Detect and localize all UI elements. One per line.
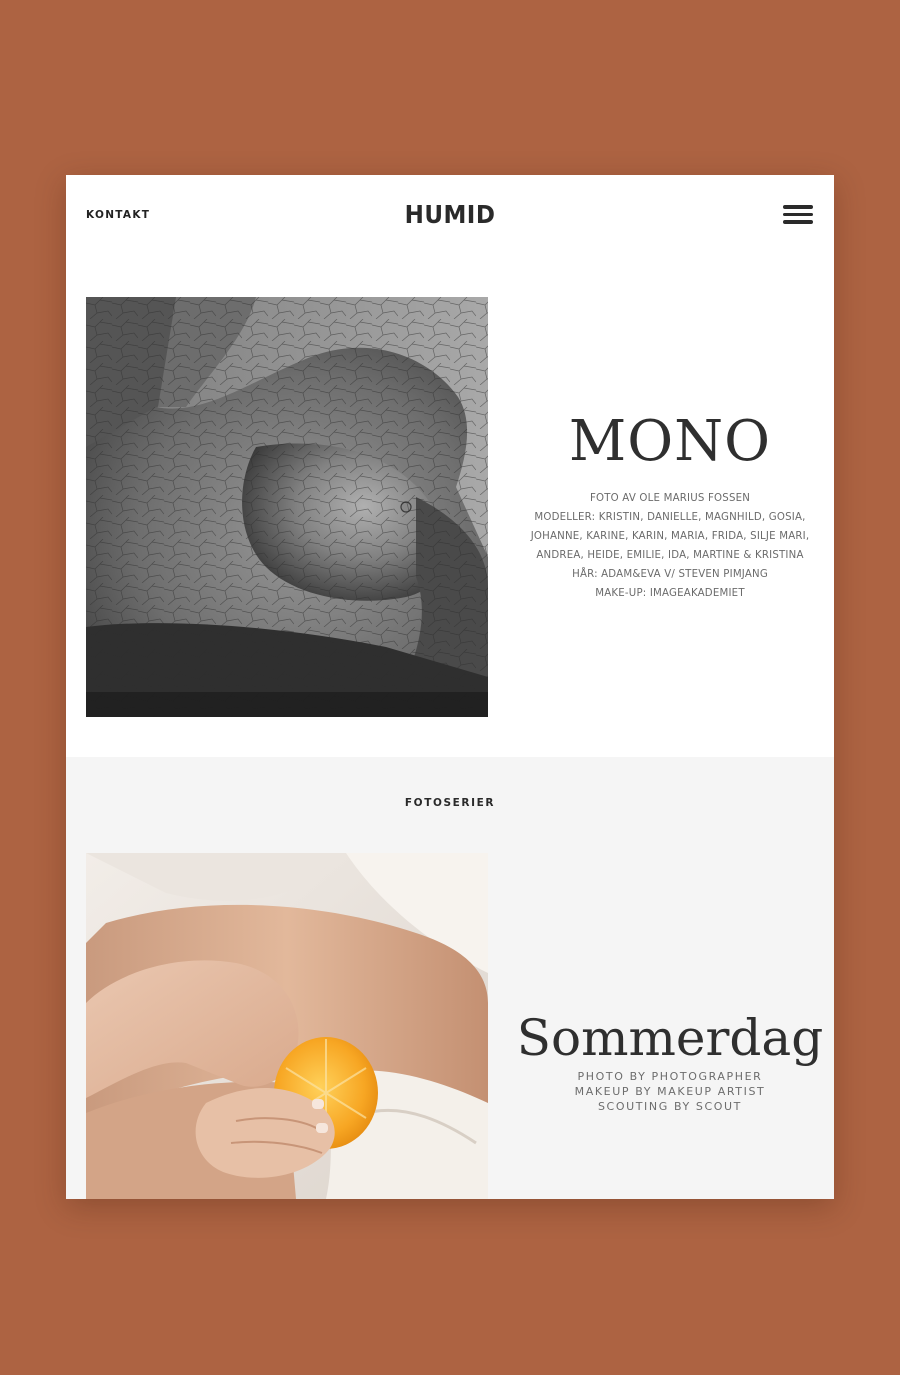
section-label: FOTOSERIER	[404, 797, 496, 809]
credit-line: MAKE-UP: IMAGEAKADEMIET	[595, 587, 745, 599]
credit-line: ANDREA, HEIDE, EMILIE, IDA, MARTINE & KR…	[536, 549, 804, 561]
menu-line	[783, 220, 813, 224]
menu-line	[783, 205, 813, 209]
mono-photo	[86, 297, 488, 717]
mono-info: MONO FOTO AV OLE MARIUS FOSSEN MODELLER:…	[512, 411, 828, 603]
credit-line: MAKEUP BY MAKEUP ARTIST	[574, 1085, 766, 1098]
mono-feature-image[interactable]	[86, 297, 488, 717]
credit-line: JOHANNE, KARINE, KARIN, MARIA, FRIDA, SI…	[530, 530, 810, 542]
hamburger-menu-icon[interactable]	[782, 203, 814, 227]
feature-title[interactable]: MONO	[512, 411, 828, 473]
credit-line: MODELLER: KRISTIN, DANIELLE, MAGNHILD, G…	[534, 511, 806, 523]
series-title[interactable]: Sommerdag	[512, 1011, 828, 1066]
sommerdag-photo	[86, 853, 488, 1199]
credit-line: FOTO AV OLE MARIUS FOSSEN	[589, 492, 751, 504]
page-card: KONTAKT HUMID MONO FOTO AV OLE MARIUS FO…	[66, 175, 834, 1199]
top-navigation: KONTAKT HUMID	[66, 175, 834, 257]
feature-credits: FOTO AV OLE MARIUS FOSSEN MODELLER: KRIS…	[512, 489, 828, 603]
sommerdag-info: Sommerdag PHOTO BY PHOTOGRAPHER MAKEUP B…	[512, 1011, 828, 1114]
sommerdag-image[interactable]	[86, 853, 488, 1199]
series-credits: PHOTO BY PHOTOGRAPHER MAKEUP BY MAKEUP A…	[512, 1069, 828, 1114]
site-logo[interactable]: HUMID	[97, 200, 804, 229]
credit-line: PHOTO BY PHOTOGRAPHER	[577, 1070, 763, 1083]
credit-line: HÅR: ADAM&EVA V/ STEVEN PIMJANG	[572, 568, 768, 580]
menu-line	[783, 212, 813, 217]
credit-line: SCOUTING BY SCOUT	[597, 1100, 743, 1113]
